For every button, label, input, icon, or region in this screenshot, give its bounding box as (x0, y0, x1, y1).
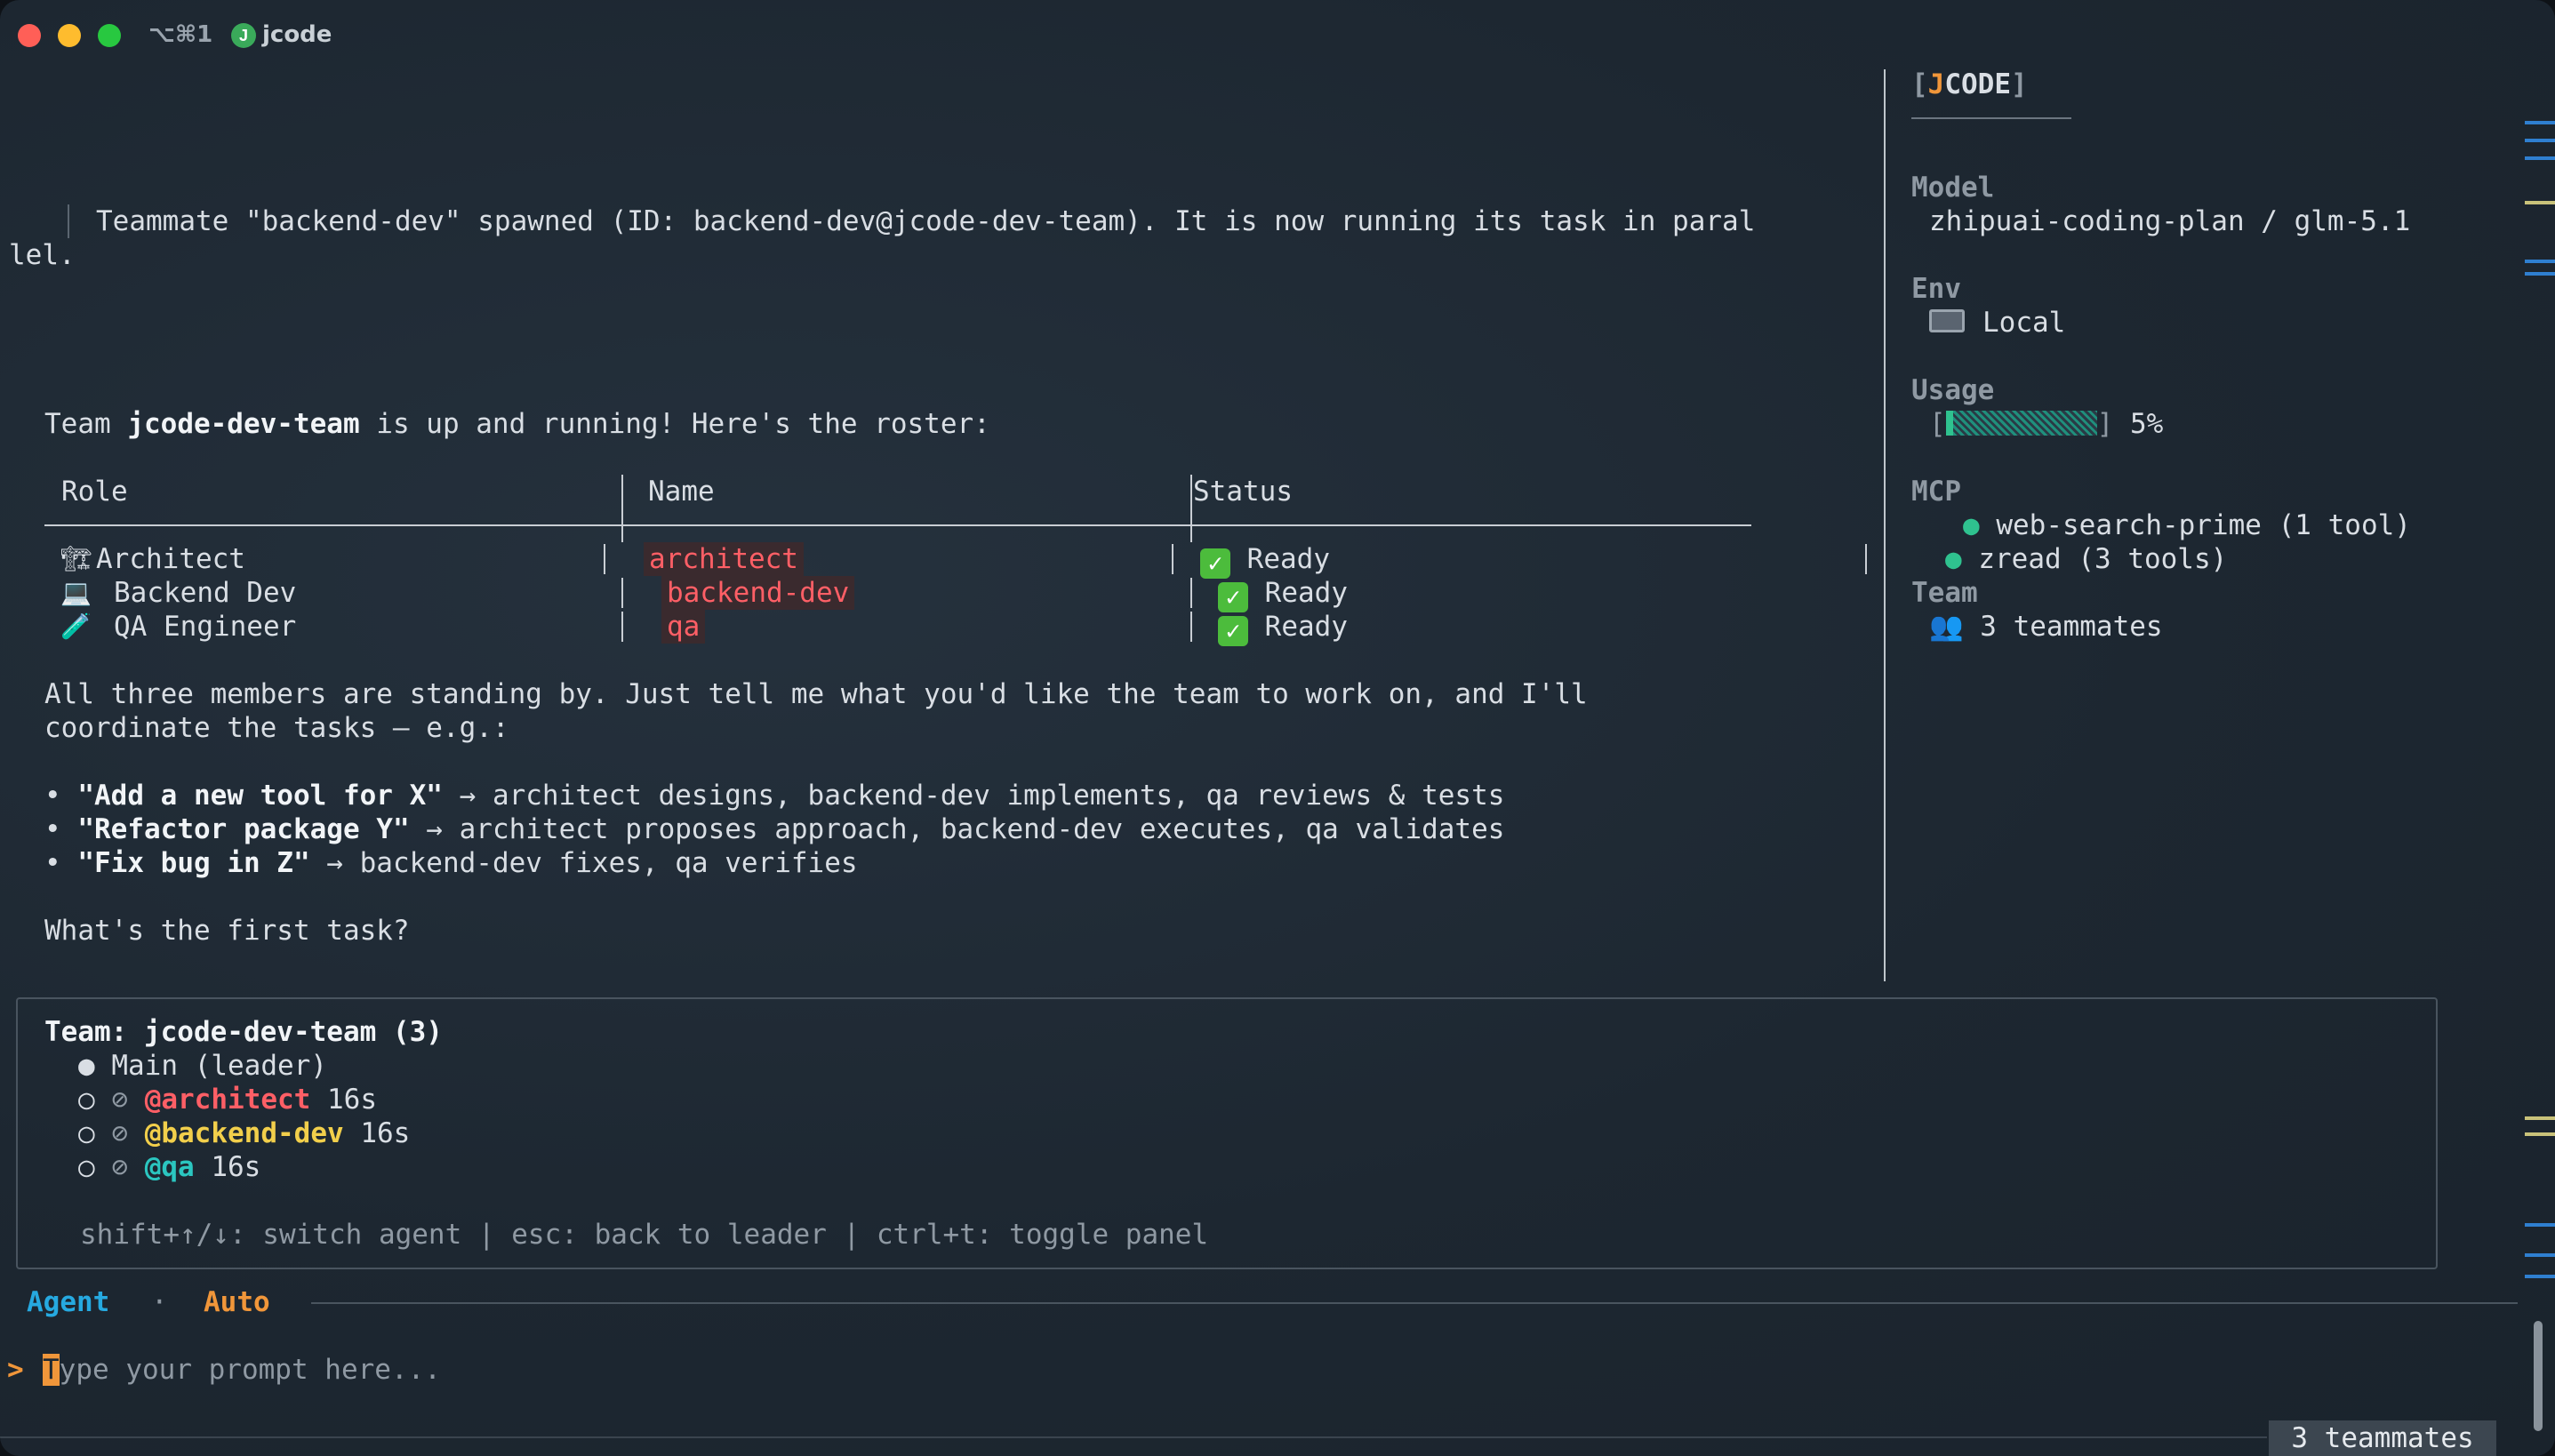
prompt-placeholder: ype your prompt here... (59, 1354, 441, 1386)
team-member-qa[interactable]: ○ ⊘ @qa 16s (78, 1150, 260, 1184)
auto-mode-tab[interactable]: Auto (204, 1285, 270, 1319)
team-name: jcode-dev-team (127, 408, 360, 440)
text-cursor: T (43, 1354, 60, 1386)
status-dot-icon: ● (1945, 543, 1962, 575)
spawn-message-line2: lel. (9, 239, 76, 271)
inactive-dot-icon: ○ (78, 1084, 95, 1116)
env-value: Local (1982, 307, 2066, 339)
inactive-dot-icon: ○ (78, 1151, 95, 1183)
laptop-icon: 💻 (60, 578, 92, 607)
cell-divider (1190, 578, 1192, 608)
role-cell: Backend Dev (114, 577, 297, 609)
check-icon: ✓ (1200, 548, 1230, 579)
model-value: zhipuai-coding-plan / glm-5.1 (1929, 205, 2411, 237)
cell-divider (1865, 544, 1867, 574)
computer-icon (1929, 309, 1965, 332)
standby-line1: All three members are standing by. Just … (44, 678, 1588, 710)
people-icon: 👥 (1929, 611, 1964, 643)
usage-fill (1945, 411, 1954, 436)
mode-bar-rule (311, 1302, 2518, 1304)
tool-output-gutter (68, 204, 69, 238)
mcp-item[interactable]: ● web-search-prime (1 tool) (1963, 508, 2411, 542)
status-cell: ✓ Ready (1218, 576, 1348, 612)
usage-label: Usage (1911, 374, 1995, 406)
close-button[interactable] (18, 24, 41, 47)
team-value: 👥 3 teammates (1929, 611, 2163, 643)
list-item: • "Add a new tool for X" → architect des… (44, 780, 1505, 812)
intro-suffix: is up and running! Here's the roster: (359, 408, 990, 440)
team-label: Team (1911, 577, 1978, 609)
name-cell: backend-dev (661, 576, 855, 610)
spawn-message-line1: Teammate "backend-dev" spawned (ID: back… (96, 205, 1756, 237)
name-cell: architect (644, 542, 804, 576)
table-header-role: Role (61, 476, 128, 508)
cell-divider (604, 544, 605, 574)
tab-shortcut: ⌥⌘1 (148, 21, 213, 48)
status-dot-icon: ● (1963, 509, 1980, 541)
agent-mode-tab[interactable]: Agent (27, 1285, 109, 1319)
name-cell: qa (661, 610, 706, 644)
table-header-rule (44, 524, 1751, 526)
idle-icon: ⊘ (111, 1151, 129, 1183)
prompt-bottom-rule (0, 1436, 2267, 1438)
jcode-logo: [JCODE] (1911, 68, 2028, 100)
window-title[interactable]: jcode (262, 21, 332, 48)
check-icon: ✓ (1218, 582, 1248, 612)
roster-intro: Team jcode-dev-team is up and running! H… (44, 407, 990, 441)
usage-meter: [] 5% (1929, 408, 2164, 440)
usage-percent: 5% (2130, 408, 2164, 440)
table-divider (621, 475, 623, 542)
role-cell: Architect (96, 543, 245, 575)
status-text: Ready (1264, 611, 1348, 643)
mcp-label: MCP (1911, 476, 1961, 508)
prompt-chevron: > (7, 1354, 24, 1386)
usage-bar (1945, 411, 2097, 436)
cell-divider (1172, 544, 1173, 574)
scrollbar[interactable] (2523, 71, 2555, 1431)
intro-prefix: Team (44, 408, 128, 440)
sidebar-divider (1884, 69, 1886, 981)
model-label: Model (1911, 172, 1995, 204)
cell-divider (621, 612, 623, 642)
standby-line2: coordinate the tasks — e.g.: (44, 712, 509, 744)
active-dot-icon: ● (78, 1050, 95, 1082)
list-item: • "Refactor package Y" → architect propo… (44, 813, 1505, 845)
table-header-status: Status (1193, 476, 1293, 508)
scrollbar-thumb[interactable] (2534, 1321, 2543, 1431)
mcp-item[interactable]: ● zread (3 tools) (1945, 542, 2227, 576)
prompt-input[interactable]: Type your prompt here... (43, 1353, 441, 1387)
table-header-name: Name (648, 476, 715, 508)
team-panel-title: Team: jcode-dev-team (3) (44, 1016, 443, 1048)
table-divider (1190, 475, 1192, 542)
construction-icon: 🏗 (60, 544, 92, 573)
team-member-architect[interactable]: ○ ⊘ @architect 16s (78, 1083, 377, 1116)
cell-divider (1190, 612, 1192, 642)
jcode-app-icon: J (231, 23, 256, 48)
idle-icon: ⊘ (111, 1117, 129, 1149)
list-item: • "Fix bug in Z" → backend-dev fixes, qa… (44, 847, 858, 879)
terminal-window: ⌥⌘1 J jcode Teammate "backend-dev" spawn… (0, 0, 2555, 1456)
status-cell: ✓ Ready (1218, 610, 1348, 646)
status-badge[interactable]: 3 teammates (2269, 1420, 2496, 1456)
logo-underline (1911, 117, 2071, 119)
test-tube-icon: 🧪 (60, 612, 92, 641)
env-label: Env (1911, 273, 1961, 305)
idle-icon: ⊘ (111, 1084, 129, 1116)
status-cell: ✓ Ready (1200, 542, 1330, 579)
check-icon: ✓ (1218, 616, 1248, 646)
team-member-backend-dev[interactable]: ○ ⊘ @backend-dev 16s (78, 1116, 410, 1150)
team-member-leader[interactable]: ● Main (leader) (78, 1049, 327, 1083)
role-cell: QA Engineer (114, 611, 297, 643)
inactive-dot-icon: ○ (78, 1117, 95, 1149)
mode-separator: · (151, 1286, 168, 1318)
cell-divider (621, 578, 623, 608)
first-task-question: What's the first task? (44, 915, 410, 947)
minimize-button[interactable] (58, 24, 81, 47)
zoom-button[interactable] (98, 24, 121, 47)
status-text: Ready (1246, 543, 1330, 575)
status-text: Ready (1264, 577, 1348, 609)
keyboard-hint: shift+↑/↓: switch agent | esc: back to l… (80, 1219, 1209, 1251)
